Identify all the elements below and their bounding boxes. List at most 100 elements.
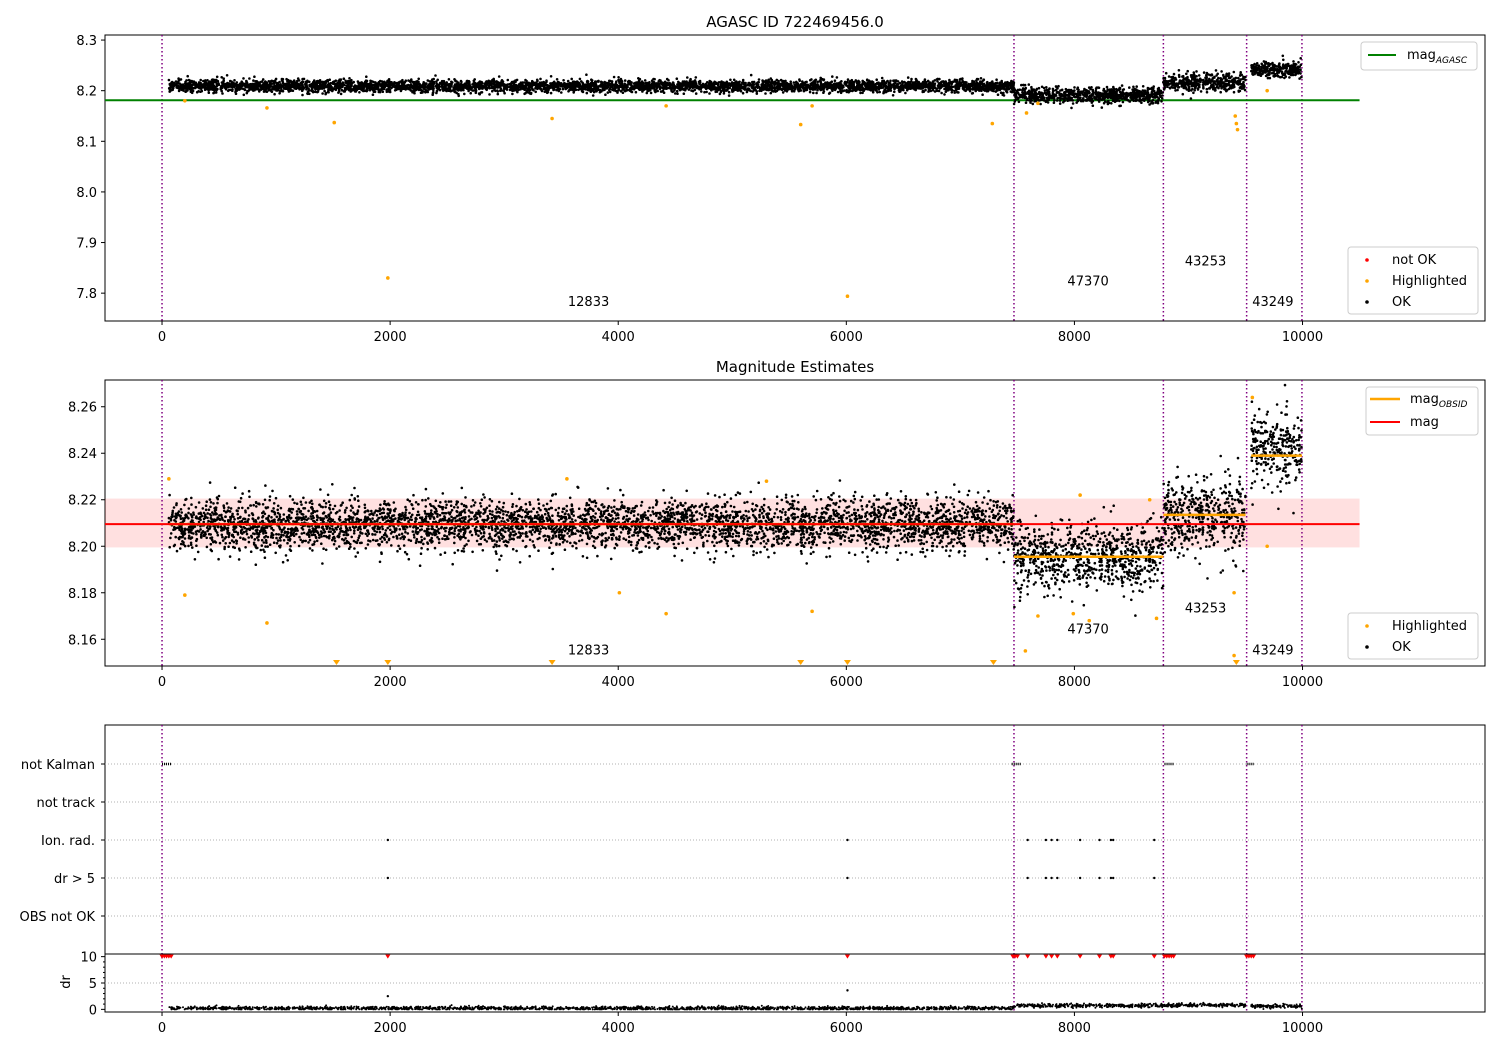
figure: AGASC ID 722469456.0 12833 47370 43253 4324… [20,13,1486,1036]
dr-clipped-marker [1025,954,1031,959]
flag-point [1109,838,1113,842]
highlighted-point [167,477,171,481]
panel-2-x-tick-label: 0 [158,675,166,690]
highlighted-point [183,99,187,103]
panel-4-x-tick-label: 8000 [1058,1021,1091,1036]
highlighted-point [265,106,269,110]
panel-2-obsid-label: 47370 [1067,622,1108,637]
panel-2-obsid-label: 43249 [1252,643,1293,658]
legend-swatch [1365,300,1369,304]
highlighted-point [810,104,814,108]
flag-point [1098,838,1101,842]
dr-points [168,1001,1303,1011]
panel-4-x-tick-label: 10000 [1282,1021,1323,1036]
highlighted-point [1023,649,1028,653]
legend-label: Highlighted [1392,619,1467,634]
dr-outlier-point [846,989,849,992]
panel-2-y-tick-label: 8.24 [68,447,97,462]
highlighted-point [1078,493,1082,497]
panel-1-x-tick-label: 6000 [830,330,863,345]
highlighted-point [265,621,269,625]
highlighted-point [845,294,850,298]
panel-2-x-tick-label: 10000 [1282,675,1323,690]
panel-2-y-tick-label: 8.26 [68,401,97,416]
panel-1-x-tick-label: 2000 [374,330,407,345]
flag-point [1056,876,1059,880]
flag-point [1078,876,1082,880]
highlighted-point [332,120,337,125]
highlighted-point [550,116,554,121]
highlighted-point [1233,114,1238,118]
flag-row-label: not track [36,796,95,811]
legend-swatch [1365,645,1369,649]
panel-4-x-tick-label: 2000 [374,1021,407,1036]
flag-point [1026,838,1029,842]
panel-4-x-tick-label: 6000 [830,1021,863,1036]
panel-1-x-tick-label: 0 [158,330,166,345]
highlighted-point [617,590,622,595]
flag-point [1111,838,1115,842]
panel-2-y-tick-label: 8.20 [68,540,97,555]
clipped-point-marker [1232,660,1240,665]
legend-swatch [1365,258,1369,262]
flag-row-label: OBS not OK [20,910,96,925]
panel-1-y-tick-label: 7.8 [76,287,97,302]
highlighted-point [664,104,668,108]
panel-1-title: AGASC ID 722469456.0 [706,13,884,31]
clipped-point-marker [843,660,851,665]
flag-point [1044,838,1048,842]
panel-1-x-tick-label: 10000 [1282,330,1323,345]
highlighted-point [1232,590,1236,595]
highlighted-point [1232,653,1236,658]
highlighted-point [386,276,390,280]
flag-point [846,876,849,880]
highlighted-point [1265,544,1269,549]
clipped-point-marker [384,660,392,665]
flag-point [1056,838,1059,842]
highlighted-point [1265,88,1269,93]
highlighted-point [1234,121,1239,126]
panel-1-y-tick-label: 8.3 [76,34,97,49]
highlighted-point [1024,111,1029,115]
panel-1-obsid-label: 12833 [568,295,609,310]
highlighted-point [1036,614,1040,618]
dr-clipped-marker [1077,954,1083,959]
panel-4-x-tick-label: 4000 [602,1021,635,1036]
flag-point [386,876,390,880]
dr-clipped-marker [1097,954,1103,959]
panel-1-obsid-label: 43249 [1252,295,1293,310]
panel-4-y-tick-label: 10 [80,951,97,966]
flag-row-label: dr > 5 [54,872,95,887]
clipped-point-marker [989,660,997,665]
clipped-point-marker [797,660,805,665]
dr-panel: dr 0 5 10 0 2000 4000 6000 8000 10000 [59,951,1486,1036]
dr-clipped-marker [1151,954,1157,959]
highlighted-point [764,479,769,483]
highlighted-point [565,477,569,481]
highlighted-point [798,122,803,127]
panel-4-y-tick-label: 5 [89,977,97,992]
clipped-point-marker [333,660,341,665]
flag-point [1044,876,1048,880]
highlighted-point [990,121,995,126]
panel-1-y-tick-label: 8.2 [76,85,97,100]
flag-point [1153,838,1156,842]
panel-2-y-tick-label: 8.18 [68,587,97,602]
flags-panel: not Kalman not track Ion. rad. dr > 5 OBS no… [20,724,1486,1012]
panel-1-y-tick-label: 8.0 [76,186,97,201]
panel-4-y-tick-label: 0 [89,1003,97,1018]
panel-1-y-tick-label: 7.9 [76,237,97,252]
highlighted-point [810,609,814,614]
dr-clipped-marker [1049,954,1055,959]
panel-1-y-tick-label: 8.1 [76,135,97,150]
highlighted-point [1250,395,1255,400]
highlighted-point [1147,497,1152,502]
highlighted-point [1036,101,1040,106]
dr-clipped-marker [844,954,850,959]
panel-1-obsid-label: 43253 [1185,254,1226,269]
panel-2-x-tick-label: 2000 [374,675,407,690]
flag-row-label: Ion. rad. [41,834,95,849]
clipped-point-marker [548,660,556,665]
legend-label: OK [1392,640,1411,655]
panel-1-x-tick-label: 8000 [1058,330,1091,345]
